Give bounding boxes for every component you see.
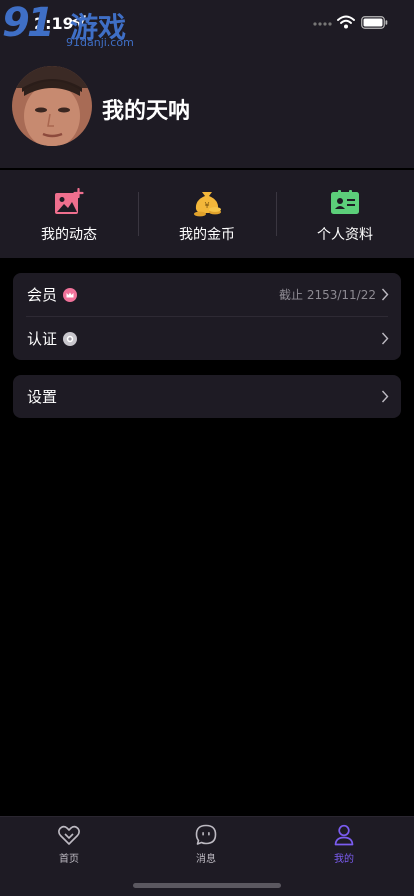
chevron-right-icon xyxy=(381,288,389,301)
vip-expiry: 截止 2153/11/22 xyxy=(279,288,376,302)
signal-dots-icon xyxy=(313,22,332,26)
my-posts-button[interactable]: 我的动态 xyxy=(0,170,138,258)
vip-row[interactable]: 会员 截止 2153/11/22 xyxy=(13,273,401,316)
crown-badge-icon xyxy=(63,287,78,302)
person-icon xyxy=(334,824,354,846)
my-coins-label: 我的金币 xyxy=(179,227,235,243)
profile-info-button[interactable]: 个人资料 xyxy=(276,170,414,258)
quick-actions: 我的动态 ¥ 我的金币 个人资料 xyxy=(0,170,414,258)
verify-badge-icon xyxy=(63,331,78,346)
home-indicator[interactable] xyxy=(133,883,281,888)
tab-messages[interactable]: 消息 xyxy=(171,823,241,865)
settings-card: 设置 xyxy=(13,375,401,418)
chevron-right-icon xyxy=(381,390,389,403)
vip-label: 会员 xyxy=(27,286,58,304)
verify-row[interactable]: 认证 xyxy=(13,317,401,360)
site-watermark: 91 游戏 91danji.com xyxy=(2,0,136,52)
chat-bubble-icon xyxy=(195,824,217,845)
verify-label: 认证 xyxy=(27,330,58,348)
heart-home-icon xyxy=(58,825,80,845)
avatar-photo-icon xyxy=(12,66,92,146)
tab-me[interactable]: 我的 xyxy=(309,823,379,865)
avatar[interactable] xyxy=(12,66,92,146)
tab-messages-label: 消息 xyxy=(196,854,216,865)
battery-icon xyxy=(361,16,388,29)
my-posts-label: 我的动态 xyxy=(41,227,97,243)
profile-header: 我的天呐 xyxy=(0,48,414,169)
watermark-number: 91 xyxy=(2,0,55,46)
svg-text:¥: ¥ xyxy=(204,201,209,210)
tab-home[interactable]: 首页 xyxy=(34,823,104,865)
image-add-icon xyxy=(55,188,84,214)
username: 我的天呐 xyxy=(102,99,191,124)
tab-me-label: 我的 xyxy=(334,854,354,865)
divider xyxy=(0,168,414,169)
settings-row[interactable]: 设置 xyxy=(13,375,401,418)
my-coins-button[interactable]: ¥ 我的金币 xyxy=(138,170,276,258)
id-card-icon xyxy=(331,190,359,214)
coin-bag-icon: ¥ xyxy=(194,192,221,217)
membership-card: 会员 截止 2153/11/22 认证 xyxy=(13,273,401,360)
tab-home-label: 首页 xyxy=(59,854,79,865)
chevron-right-icon xyxy=(381,332,389,345)
profile-info-label: 个人资料 xyxy=(317,227,373,243)
settings-label: 设置 xyxy=(27,388,58,406)
wifi-icon xyxy=(337,15,355,29)
